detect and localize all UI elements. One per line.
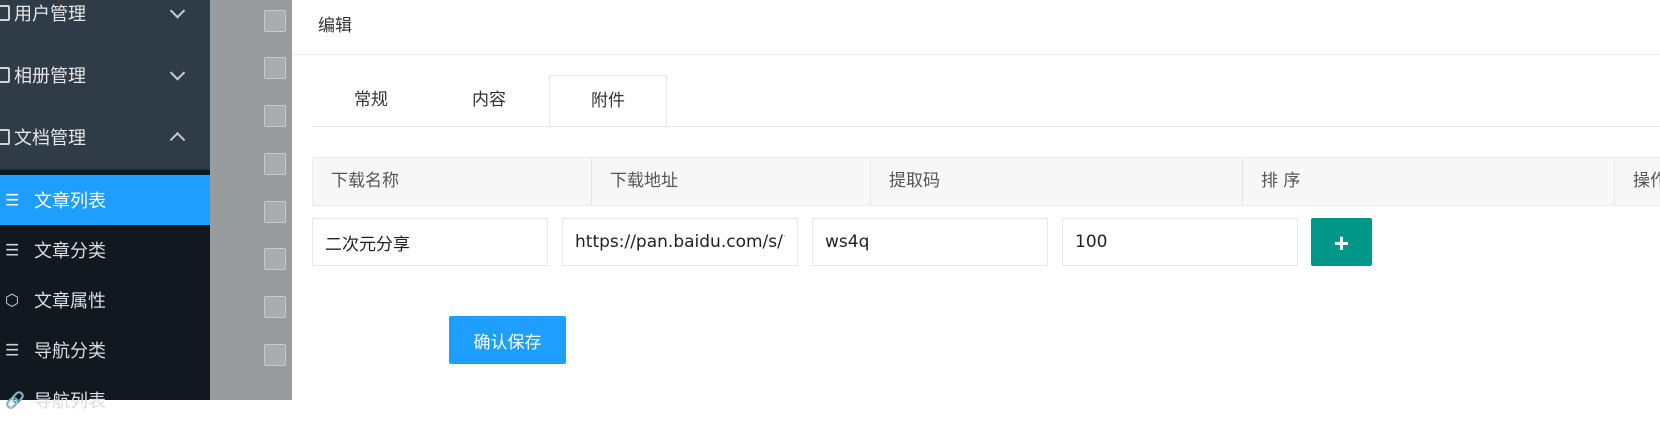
download-name-input[interactable] bbox=[312, 218, 548, 266]
chevron-down-icon bbox=[169, 65, 186, 81]
sidebar-item-article-category[interactable]: ☰ 文章分类 bbox=[0, 225, 210, 275]
column-header-download-url: 下载地址 bbox=[592, 158, 871, 205]
sort-order-input[interactable] bbox=[1062, 218, 1298, 266]
extract-code-input[interactable] bbox=[812, 218, 1048, 266]
plus-icon: + bbox=[1333, 228, 1350, 258]
sidebar-item-label: 导航列表 bbox=[34, 391, 106, 412]
link-icon: 🔗 bbox=[5, 390, 25, 410]
column-header-extract-code: 提取码 bbox=[871, 158, 1243, 205]
tab-attachments[interactable]: 附件 bbox=[549, 75, 667, 126]
folder-icon bbox=[0, 5, 10, 21]
row-checkbox bbox=[264, 57, 286, 79]
sidebar: 用户管理 相册管理 文档管理 ☰ 文章列表 ☰ 文章分类 ⬡ 文章属性 ☰ 导航… bbox=[0, 0, 210, 412]
list-icon: ☰ bbox=[5, 190, 20, 210]
sidebar-group-label: 文档管理 bbox=[14, 128, 86, 149]
tab-content[interactable]: 内容 bbox=[430, 75, 548, 126]
chevron-up-icon bbox=[169, 131, 186, 148]
column-header-actions: 操作 bbox=[1633, 171, 1660, 191]
column-header-sort-order: 排 序 bbox=[1243, 158, 1615, 205]
sidebar-item-label: 文章属性 bbox=[34, 291, 106, 312]
indent-icon: ☰ bbox=[5, 240, 20, 260]
sidebar-item-label: 导航分类 bbox=[34, 341, 106, 362]
row-checkbox bbox=[264, 10, 286, 32]
sidebar-item-article-list[interactable]: ☰ 文章列表 bbox=[0, 175, 210, 225]
sidebar-item-nav-category[interactable]: ☰ 导航分类 bbox=[0, 325, 210, 375]
sidebar-item-nav-list[interactable]: 🔗 导航列表 bbox=[0, 375, 210, 425]
edit-modal: 编辑 常规 内容 附件 下载名称 下载地址 提取码 排 序 操作 + 确认保存 bbox=[292, 0, 1660, 400]
cube-icon: ⬡ bbox=[5, 290, 19, 310]
add-attachment-button[interactable]: + bbox=[1311, 218, 1372, 266]
attachment-table-header: 下载名称 下载地址 提取码 排 序 操作 bbox=[312, 157, 1660, 206]
row-checkbox bbox=[264, 201, 286, 223]
chevron-down-icon bbox=[169, 3, 186, 19]
row-checkbox bbox=[264, 248, 286, 270]
sidebar-group-document-management[interactable]: 文档管理 bbox=[0, 106, 210, 168]
sidebar-group-label: 用户管理 bbox=[14, 4, 86, 25]
modal-title: 编辑 bbox=[318, 16, 352, 36]
indent-icon: ☰ bbox=[5, 340, 20, 360]
tab-general[interactable]: 常规 bbox=[312, 75, 430, 126]
row-checkbox bbox=[264, 153, 286, 175]
confirm-save-button[interactable]: 确认保存 bbox=[449, 316, 566, 364]
row-checkbox bbox=[264, 344, 286, 366]
sidebar-item-article-attribute[interactable]: ⬡ 文章属性 bbox=[0, 275, 210, 325]
sidebar-group-label: 相册管理 bbox=[14, 66, 86, 87]
sidebar-submenu: ☰ 文章列表 ☰ 文章分类 ⬡ 文章属性 ☰ 导航分类 🔗 导航列表 bbox=[0, 170, 210, 412]
sidebar-group-album-management[interactable]: 相册管理 bbox=[0, 44, 210, 106]
divider bbox=[292, 54, 1660, 55]
tab-bar: 常规 内容 附件 bbox=[312, 75, 1660, 127]
column-header-download-name: 下载名称 bbox=[313, 158, 592, 205]
sidebar-item-label: 文章分类 bbox=[34, 241, 106, 262]
row-checkbox bbox=[264, 296, 286, 318]
row-checkbox bbox=[264, 105, 286, 127]
folder-icon bbox=[0, 67, 10, 83]
folder-icon bbox=[0, 129, 10, 145]
background-list-overlay bbox=[210, 0, 292, 400]
download-url-input[interactable] bbox=[562, 218, 798, 266]
sidebar-item-label: 文章列表 bbox=[34, 191, 106, 212]
sidebar-group-user-management[interactable]: 用户管理 bbox=[0, 0, 210, 44]
